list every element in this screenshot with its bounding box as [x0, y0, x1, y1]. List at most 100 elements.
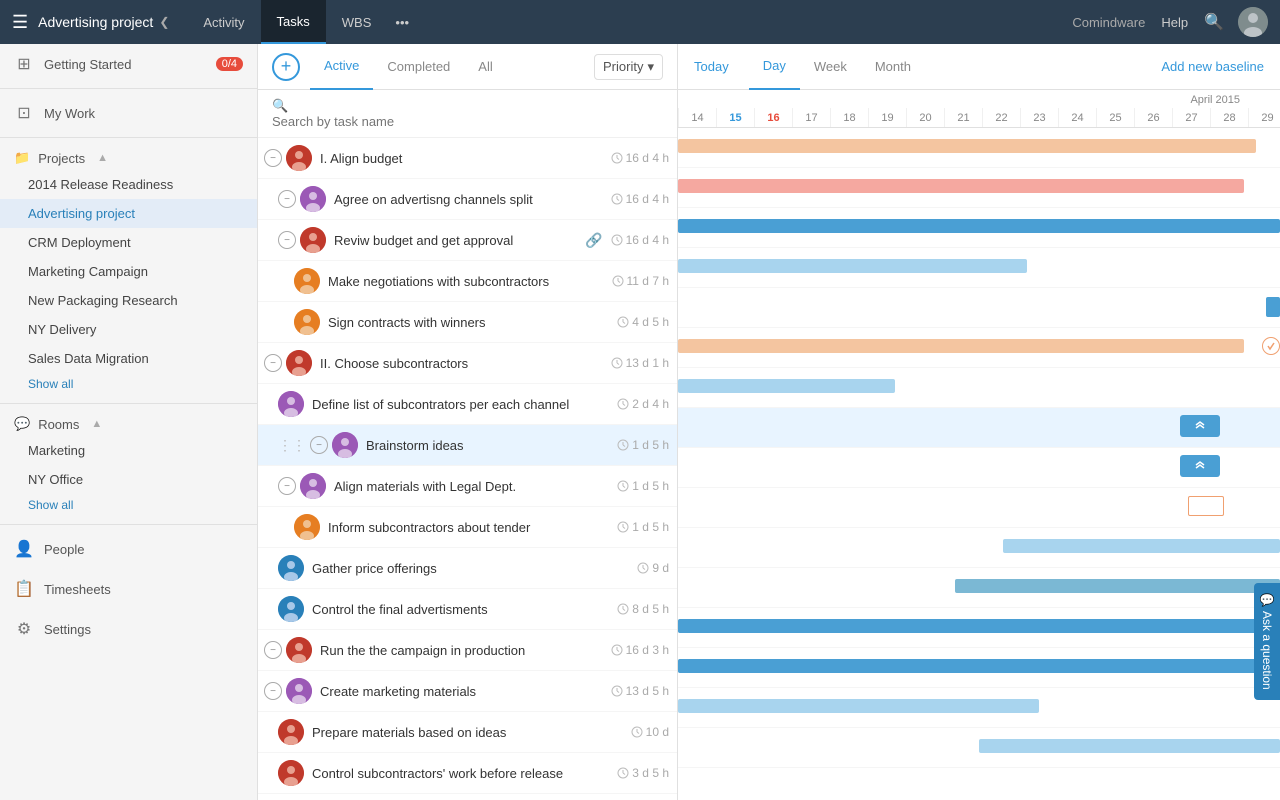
nav-activity[interactable]: Activity — [187, 0, 260, 44]
table-row[interactable]: − Align materials with Legal Dept. 1 d 5… — [258, 466, 677, 507]
sidebar-rooms-header[interactable]: 💬 Rooms ▲ — [0, 408, 257, 436]
my-work-icon: ⊡ — [14, 103, 34, 123]
sidebar-my-work[interactable]: ⊡ My Work — [0, 93, 257, 133]
projects-show-all[interactable]: Show all — [0, 373, 257, 399]
date-22: 22 — [982, 108, 1020, 127]
table-row[interactable]: Define list of subcontrators per each ch… — [258, 384, 677, 425]
task-name: Agree on advertisng channels split — [334, 192, 603, 207]
tab-active[interactable]: Active — [310, 44, 373, 90]
sidebar-item-marketing[interactable]: Marketing Campaign — [0, 257, 257, 286]
sidebar-item-advertising[interactable]: Advertising project — [0, 199, 257, 228]
gantt-bar — [678, 699, 1039, 713]
sidebar-getting-started[interactable]: ⊞ Getting Started 0/4 — [0, 44, 257, 84]
gantt-bar — [678, 179, 1244, 193]
gantt-bar — [1180, 455, 1220, 477]
sidebar-item-sales[interactable]: Sales Data Migration — [0, 344, 257, 373]
people-label: People — [44, 542, 84, 557]
gantt-bar — [979, 739, 1280, 753]
priority-filter[interactable]: Priority ▾ — [594, 54, 663, 80]
collapse-icon[interactable]: − — [264, 149, 282, 167]
sidebar-settings[interactable]: ⚙ Settings — [0, 609, 257, 649]
today-label[interactable]: Today — [694, 59, 729, 74]
table-row[interactable]: Control subcontractors' work before rele… — [258, 753, 677, 794]
help-link[interactable]: Help — [1161, 15, 1188, 30]
sidebar-item-marketing-room[interactable]: Marketing — [0, 436, 257, 465]
task-duration: 16 d 4 h — [611, 192, 669, 206]
collapse-icon[interactable]: − — [278, 190, 296, 208]
projects-label: Projects — [38, 151, 85, 166]
user-avatar[interactable] — [1238, 7, 1268, 37]
gantt-row — [678, 248, 1280, 288]
back-arrow-icon[interactable]: ❮ — [159, 15, 169, 29]
settings-label: Settings — [44, 622, 91, 637]
avatar — [278, 596, 304, 622]
collapse-icon[interactable]: − — [264, 682, 282, 700]
table-row[interactable]: − I. Align budget 16 d 4 h — [258, 138, 677, 179]
hamburger-icon[interactable]: ☰ — [12, 12, 28, 33]
rooms-show-all[interactable]: Show all — [0, 494, 257, 520]
collapse-icon[interactable]: − — [264, 641, 282, 659]
table-row[interactable]: − II. Choose subcontractors 13 d 1 h — [258, 343, 677, 384]
table-row[interactable]: − Agree on advertisng channels split 16 … — [258, 179, 677, 220]
sidebar-item-ny-delivery[interactable]: NY Delivery — [0, 315, 257, 344]
date-26: 26 — [1134, 108, 1172, 127]
task-duration: 13 d 5 h — [611, 684, 669, 698]
table-row[interactable]: Inform subcontractors about tender 1 d 5… — [258, 507, 677, 548]
collapse-icon[interactable]: − — [264, 354, 282, 372]
gantt-milestone — [1262, 337, 1280, 355]
drag-icon: ⋮⋮ — [278, 437, 306, 454]
table-row[interactable]: − Reviw budget and get approval 🔗 16 d 4… — [258, 220, 677, 261]
gantt-bar — [955, 579, 1280, 593]
search-icon[interactable]: 🔍 — [1204, 12, 1224, 32]
collapse-icon[interactable]: − — [278, 477, 296, 495]
avatar — [286, 678, 312, 704]
sidebar-item-ny-office[interactable]: NY Office — [0, 465, 257, 494]
task-duration: 10 d — [631, 725, 669, 739]
brand-label: Comindware — [1072, 15, 1145, 30]
tab-month[interactable]: Month — [861, 44, 925, 90]
table-row[interactable]: Share&align materials with subcontractor… — [258, 794, 677, 800]
table-row[interactable]: Gather price offerings 9 d — [258, 548, 677, 589]
nav-wbs[interactable]: WBS — [326, 0, 388, 44]
table-row[interactable]: Control the final advertisments 8 d 5 h — [258, 589, 677, 630]
timesheets-label: Timesheets — [44, 582, 111, 597]
sidebar-item-new-packaging[interactable]: New Packaging Research — [0, 286, 257, 315]
table-row[interactable]: Sign contracts with winners 4 d 5 h — [258, 302, 677, 343]
gantt-row — [678, 568, 1280, 608]
more-options-icon[interactable]: ••• — [395, 15, 409, 30]
task-duration: 1 d 5 h — [617, 479, 669, 493]
project-name[interactable]: Advertising project — [38, 14, 153, 30]
sidebar-projects-header[interactable]: 📁 Projects ▲ — [0, 142, 257, 170]
table-row[interactable]: Make negotiations with subcontractors 11… — [258, 261, 677, 302]
sidebar-item-2014[interactable]: 2014 Release Readiness — [0, 170, 257, 199]
tab-all[interactable]: All — [464, 44, 506, 90]
tab-week[interactable]: Week — [800, 44, 861, 90]
task-list: − I. Align budget 16 d 4 h − — [258, 138, 677, 800]
add-baseline-button[interactable]: Add new baseline — [1161, 59, 1264, 74]
table-row[interactable]: Prepare materials based on ideas 10 d — [258, 712, 677, 753]
table-row[interactable]: ⋮⋮ − Brainstorm ideas 1 d 5 h — [258, 425, 677, 466]
add-task-button[interactable]: + — [272, 53, 300, 81]
task-duration: 16 d 4 h — [611, 233, 669, 247]
table-row[interactable]: − Create marketing materials 13 d 5 h — [258, 671, 677, 712]
ask-question-icon: 💬 — [1260, 593, 1274, 608]
sidebar-people[interactable]: 👤 People — [0, 529, 257, 569]
nav-tasks[interactable]: Tasks — [261, 0, 326, 44]
rooms-label: Rooms — [38, 417, 79, 432]
collapse-icon[interactable]: − — [310, 436, 328, 454]
task-duration: 4 d 5 h — [617, 315, 669, 329]
sidebar-timesheets[interactable]: 📋 Timesheets — [0, 569, 257, 609]
task-name: Inform subcontractors about tender — [328, 520, 609, 535]
tab-day[interactable]: Day — [749, 44, 800, 90]
ask-question-button[interactable]: 💬 Ask a question — [1254, 583, 1280, 700]
avatar — [300, 473, 326, 499]
sidebar-item-crm[interactable]: CRM Deployment — [0, 228, 257, 257]
collapse-icon[interactable]: − — [278, 231, 296, 249]
task-duration: 2 d 4 h — [617, 397, 669, 411]
search-input[interactable] — [272, 114, 663, 129]
projects-icon: 📁 — [14, 150, 30, 166]
task-search-bar[interactable]: 🔍 — [258, 90, 677, 138]
table-row[interactable]: − Run the the campaign in production 16 … — [258, 630, 677, 671]
task-name: Gather price offerings — [312, 561, 629, 576]
tab-completed[interactable]: Completed — [373, 44, 464, 90]
